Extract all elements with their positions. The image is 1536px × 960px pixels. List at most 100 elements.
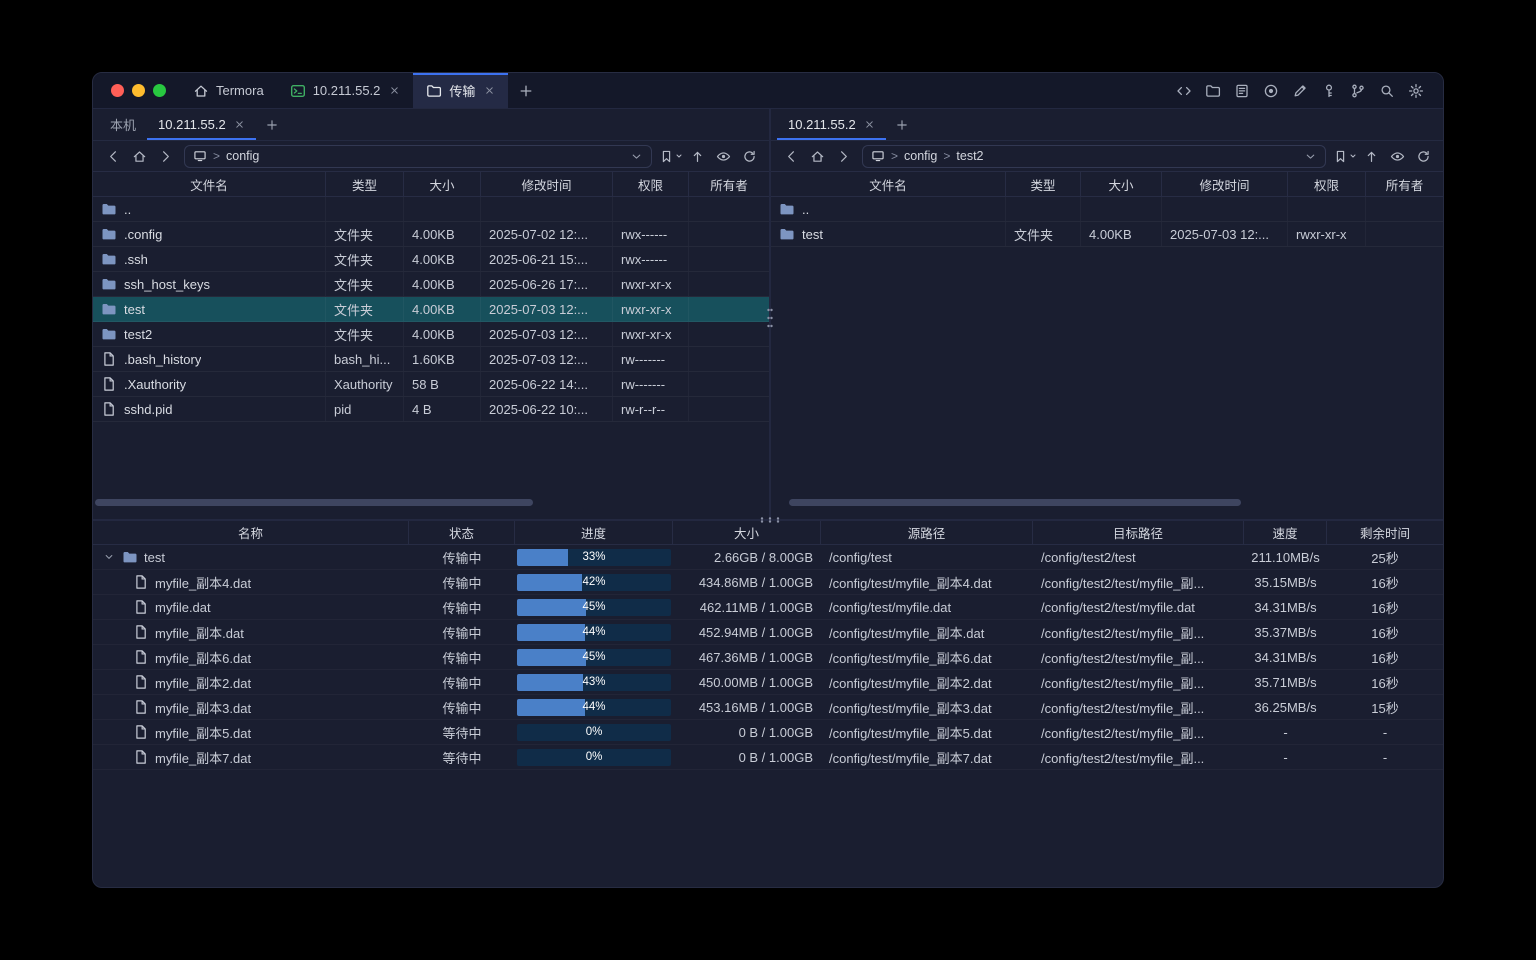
refresh-button[interactable] [1411,144,1435,168]
transfer-column-header[interactable]: 目标路径 [1033,521,1244,544]
transfer-size: 450.00MB / 1.00GB [673,670,821,694]
gear-button[interactable] [1403,79,1429,103]
path-breadcrumb[interactable]: >config [184,145,652,168]
upload-button[interactable] [685,144,709,168]
transfer-panel-divider[interactable] [93,519,1443,521]
close-tab-icon[interactable] [484,85,495,96]
column-header[interactable]: 文件名 [771,172,1006,196]
titlebar-tab-10.211.55.2[interactable]: 10.211.55.2 [277,73,414,108]
file-row[interactable]: .. [93,197,769,222]
close-pane-tab-icon[interactable] [234,119,245,130]
code-button[interactable] [1171,79,1197,103]
bookmark-button[interactable] [659,144,683,168]
search-button[interactable] [1374,79,1400,103]
file-row[interactable]: .. [771,197,1443,222]
column-header[interactable]: 权限 [613,172,689,196]
column-header[interactable]: 大小 [404,172,481,196]
column-header[interactable]: 所有者 [1366,172,1443,196]
column-header[interactable]: 类型 [326,172,404,196]
file-row[interactable]: ssh_host_keys文件夹4.00KB2025-06-26 17:...r… [93,272,769,297]
file-row[interactable]: test文件夹4.00KB2025-07-03 12:...rwxr-xr-x [771,222,1443,247]
transfer-column-header[interactable]: 源路径 [821,521,1033,544]
file-row[interactable]: test文件夹4.00KB2025-07-03 12:...rwxr-xr-x [93,297,769,322]
forward-button[interactable] [831,144,855,168]
transfer-column-header[interactable]: 状态 [409,521,515,544]
horizontal-scrollbar[interactable] [95,499,533,506]
transfer-source-path: /config/test/myfile_副本3.dat [821,695,1033,719]
refresh-button[interactable] [737,144,761,168]
transfer-row[interactable]: myfile_副本.dat传输中44%452.94MB / 1.00GB/con… [93,620,1443,645]
path-segment[interactable]: config [226,149,259,163]
forward-button[interactable] [153,144,177,168]
transfer-row[interactable]: myfile.dat传输中45%462.11MB / 1.00GB/config… [93,595,1443,620]
titlebar-tab-Termora[interactable]: Termora [180,73,277,108]
column-header[interactable]: 修改时间 [481,172,613,196]
transfer-column-header[interactable]: 剩余时间 [1327,521,1443,544]
transfer-item-name: test [144,550,165,565]
home-button[interactable] [127,144,151,168]
file-row[interactable]: .config文件夹4.00KB2025-07-02 12:...rwx----… [93,222,769,247]
pane-tab-本机[interactable]: 本机 [99,109,147,140]
transfer-size: 0 B / 1.00GB [673,720,821,744]
chevron-down-icon[interactable] [1304,150,1317,163]
show-hidden-files-button[interactable] [1385,144,1409,168]
transfer-row[interactable]: myfile_副本4.dat传输中42%434.86MB / 1.00GB/co… [93,570,1443,595]
macos-close-button[interactable] [111,84,124,97]
path-segment[interactable]: test2 [956,149,983,163]
macos-zoom-button[interactable] [153,84,166,97]
expand-chevron-icon[interactable] [101,551,116,563]
show-hidden-files-button[interactable] [711,144,735,168]
column-header[interactable]: 文件名 [93,172,326,196]
pencil-button[interactable] [1287,79,1313,103]
file-row[interactable]: test2文件夹4.00KB2025-07-03 12:...rwxr-xr-x [93,322,769,347]
close-pane-tab-icon[interactable] [864,119,875,130]
file-row[interactable]: .bash_historybash_hi...1.60KB2025-07-03 … [93,347,769,372]
back-button[interactable] [101,144,125,168]
new-pane-tab-button[interactable] [886,109,918,140]
transfer-speed: 35.37MB/s [1244,620,1327,644]
column-header[interactable]: 所有者 [689,172,769,196]
progress-bar: 33% [517,549,671,566]
chevron-down-icon[interactable] [630,150,643,163]
column-header[interactable]: 修改时间 [1162,172,1288,196]
transfer-row[interactable]: test传输中33%2.66GB / 8.00GB/config/test/co… [93,545,1443,570]
transfer-row[interactable]: myfile_副本3.dat传输中44%453.16MB / 1.00GB/co… [93,695,1443,720]
path-breadcrumb[interactable]: >config>test2 [862,145,1326,168]
transfer-column-header[interactable]: 大小 [673,521,821,544]
file-row[interactable]: .XauthorityXauthority58 B2025-06-22 14:.… [93,372,769,397]
folder-outline-button[interactable] [1200,79,1226,103]
transfer-column-header[interactable]: 速度 [1244,521,1327,544]
pane-tab-10.211.55.2[interactable]: 10.211.55.2 [147,109,256,140]
pane-tab-10.211.55.2[interactable]: 10.211.55.2 [777,109,886,140]
transfer-row[interactable]: myfile_副本2.dat传输中43%450.00MB / 1.00GB/co… [93,670,1443,695]
divider-grip-icon[interactable] [757,516,783,524]
bookmark-button[interactable] [1333,144,1357,168]
transfer-row[interactable]: myfile_副本6.dat传输中45%467.36MB / 1.00GB/co… [93,645,1443,670]
titlebar-tab-传输[interactable]: 传输 [413,73,508,108]
transfer-column-header[interactable]: 名称 [93,521,409,544]
column-header[interactable]: 大小 [1081,172,1162,196]
key-button[interactable] [1316,79,1342,103]
transfer-row[interactable]: myfile_副本5.dat等待中0%0 B / 1.00GB/config/t… [93,720,1443,745]
new-pane-tab-button[interactable] [256,109,288,140]
file-row[interactable]: .ssh文件夹4.00KB2025-06-21 15:...rwx------ [93,247,769,272]
record-button[interactable] [1258,79,1284,103]
file-name: .Xauthority [124,377,186,392]
file-mtime: 2025-07-03 12:... [481,347,613,371]
horizontal-scrollbar[interactable] [789,499,1241,506]
transfer-column-header[interactable]: 进度 [515,521,673,544]
upload-button[interactable] [1359,144,1383,168]
column-header[interactable]: 类型 [1006,172,1081,196]
log-button[interactable] [1229,79,1255,103]
back-button[interactable] [779,144,803,168]
branch-button[interactable] [1345,79,1371,103]
macos-minimize-button[interactable] [132,84,145,97]
close-tab-icon[interactable] [389,85,400,96]
column-header[interactable]: 权限 [1288,172,1366,196]
home-button[interactable] [805,144,829,168]
transfer-remaining-time: 16秒 [1327,645,1443,669]
new-tab-button[interactable] [508,73,544,108]
path-segment[interactable]: config [904,149,937,163]
transfer-row[interactable]: myfile_副本7.dat等待中0%0 B / 1.00GB/config/t… [93,745,1443,770]
file-row[interactable]: sshd.pidpid4 B2025-06-22 10:...rw-r--r-- [93,397,769,422]
